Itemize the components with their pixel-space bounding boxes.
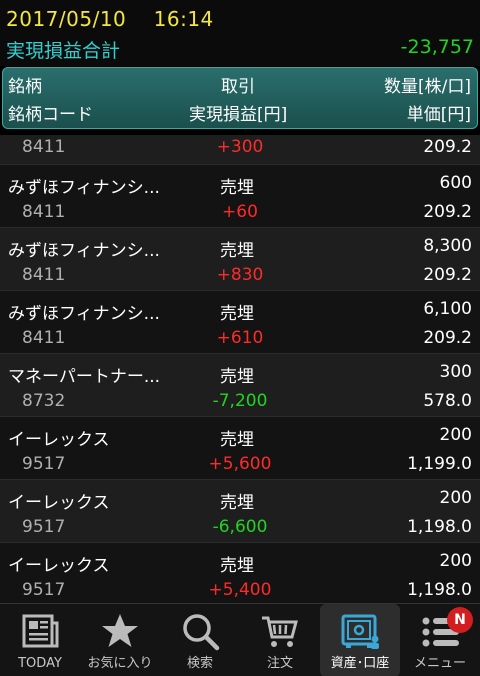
stock-name: イーレックス <box>8 430 110 450</box>
stock-name: イーレックス <box>8 556 110 576</box>
stock-name: みずほフィナンシ... <box>8 241 160 261</box>
unit-price: 209.2 <box>423 265 472 285</box>
table-row[interactable]: みずほフィナンシ... 売埋 600 8411 +60 209.2 <box>0 165 480 228</box>
unit-price: 209.2 <box>423 328 472 348</box>
trade-type: 売埋 <box>220 304 254 324</box>
header-code: 銘柄コード <box>8 105 93 125</box>
stock-name: イーレックス <box>8 493 110 513</box>
trade-type: 売埋 <box>220 556 254 576</box>
tab-favorites[interactable]: お気に入り <box>80 604 160 676</box>
search-icon <box>183 614 220 651</box>
table-row[interactable]: みずほフィナンシ... 売埋 6,100 8411 +610 209.2 <box>0 291 480 354</box>
tab-label: メニュー <box>413 656 466 671</box>
bottom-tab-bar: TODAY お気に入り 検索 注文 資産･口座 メニュー <box>0 603 480 676</box>
unit-price: 1,198.0 <box>407 517 472 537</box>
summary-label: 実現損益合計 <box>6 40 121 62</box>
trade-type: 売埋 <box>220 367 254 387</box>
unit-price: 209.2 <box>423 137 472 157</box>
table-row[interactable]: イーレックス 売埋 200 9517 +5,600 1,199.0 <box>0 417 480 480</box>
pnl-summary: 実現損益合計 -23,757 <box>0 32 480 66</box>
header-name: 銘柄 <box>8 77 42 97</box>
tab-order[interactable]: 注文 <box>240 604 320 676</box>
header-quantity: 数量[株/口] <box>384 77 471 97</box>
unit-price: 578.0 <box>423 391 472 411</box>
quantity: 300 <box>439 362 472 382</box>
trade-list[interactable]: 8411 +300 209.2 みずほフィナンシ... 売埋 600 8411 +60 2… <box>0 135 480 603</box>
realized-pnl: +300 <box>216 137 264 157</box>
stock-name: みずほフィナンシ... <box>8 304 160 324</box>
trade-type: 売埋 <box>220 430 254 450</box>
unit-price: 209.2 <box>423 202 472 222</box>
table-row[interactable]: イーレックス 売埋 200 9517 +5,400 1,198.0 <box>0 543 480 603</box>
safe-icon <box>341 614 379 649</box>
tab-assets-account[interactable]: 資産･口座 <box>320 604 400 676</box>
quantity: 200 <box>439 551 472 571</box>
unit-price: 1,199.0 <box>407 454 472 474</box>
star-icon <box>102 614 138 647</box>
quantity: 8,300 <box>423 236 472 256</box>
table-row[interactable]: マネーパートナー... 売埋 300 8732 -7,200 578.0 <box>0 354 480 417</box>
table-row[interactable]: 8411 +300 209.2 <box>0 135 480 165</box>
trade-type: 売埋 <box>220 241 254 261</box>
tab-today[interactable]: TODAY <box>0 604 80 676</box>
stock-name: みずほフィナンシ... <box>8 178 160 198</box>
realized-pnl: +610 <box>216 328 264 348</box>
table-row[interactable]: みずほフィナンシ... 売埋 8,300 8411 +830 209.2 <box>0 228 480 291</box>
unit-price: 1,198.0 <box>407 580 472 600</box>
tab-search[interactable]: 検索 <box>160 604 240 676</box>
trade-type: 売埋 <box>220 493 254 513</box>
table-row[interactable]: イーレックス 売埋 200 9517 -6,600 1,198.0 <box>0 480 480 543</box>
tab-label: 検索 <box>186 656 213 671</box>
tab-label: お気に入り <box>87 656 153 671</box>
tab-label: TODAY <box>18 656 62 671</box>
tab-label: 資産･口座 <box>330 656 390 671</box>
column-header: 銘柄 取引 数量[株/口] 銘柄コード 実現損益[円] 単価[円] <box>2 67 478 129</box>
header-realized-pnl: 実現損益[円] <box>189 105 288 125</box>
tab-label: 注文 <box>266 656 293 671</box>
realized-pnl: +830 <box>216 265 264 285</box>
datetime: 2017/05/10 16:14 <box>6 7 214 31</box>
header-trade: 取引 <box>221 77 255 97</box>
quantity: 600 <box>439 173 472 193</box>
newspaper-icon <box>22 614 59 648</box>
realized-pnl: +60 <box>222 202 258 222</box>
menu-notification-badge: N <box>447 607 473 633</box>
cart-icon <box>262 616 298 647</box>
quantity: 200 <box>439 488 472 508</box>
quantity: 200 <box>439 425 472 445</box>
summary-value: -23,757 <box>400 36 474 58</box>
quantity: 6,100 <box>423 299 472 319</box>
stock-name: マネーパートナー... <box>8 367 161 387</box>
realized-pnl: -7,200 <box>212 391 268 411</box>
trade-type: 売埋 <box>220 178 254 198</box>
status-bar: 2017/05/10 16:14 <box>0 0 480 32</box>
header-unit-price: 単価[円] <box>406 105 471 125</box>
